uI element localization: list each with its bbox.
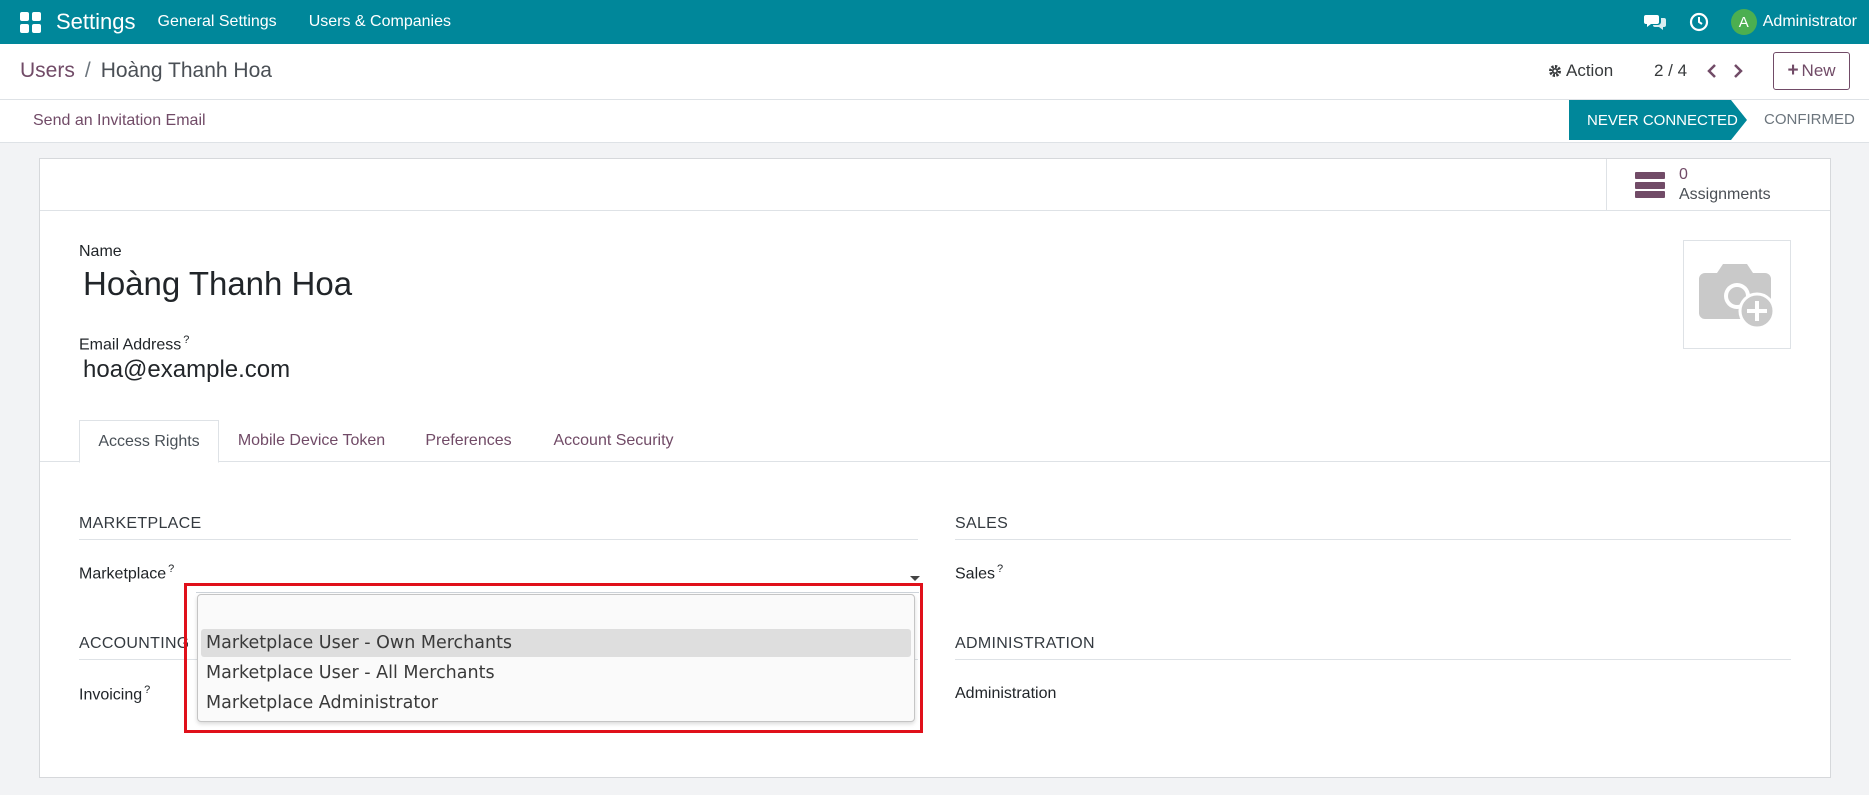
app-brand[interactable]: Settings	[56, 9, 136, 35]
help-mark[interactable]: ?	[168, 563, 174, 575]
plus-icon: +	[1787, 60, 1799, 81]
new-label: New	[1801, 61, 1836, 80]
breadcrumb-users[interactable]: Users	[20, 59, 75, 83]
section-administration: ADMINISTRATION	[955, 635, 1791, 660]
chevron-down-icon[interactable]	[910, 576, 920, 581]
user-menu[interactable]: Administrator	[1763, 13, 1857, 31]
camera-add-icon	[1699, 263, 1776, 329]
marketplace-dropdown: Marketplace User - Own Merchants Marketp…	[197, 594, 915, 722]
button-box: 0 Assignments	[40, 159, 1830, 211]
menu-users-companies[interactable]: Users & Companies	[309, 13, 451, 31]
send-invitation-button[interactable]: Send an Invitation Email	[33, 112, 206, 130]
invoicing-label: Invoicing?	[79, 684, 151, 704]
tab-account-security[interactable]: Account Security	[539, 420, 688, 462]
chevron-left-icon[interactable]	[1703, 60, 1721, 82]
email-field[interactable]: hoa@example.com	[83, 356, 290, 384]
tab-preferences[interactable]: Preferences	[411, 420, 526, 462]
action-label: Action	[1566, 61, 1614, 80]
section-marketplace: MARKETPLACE	[79, 515, 918, 540]
navbar-systray: A Administrator	[1643, 0, 1869, 44]
administration-label: Administration	[955, 685, 1057, 702]
tab-mobile-device-token[interactable]: Mobile Device Token	[227, 420, 396, 462]
name-label: Name	[79, 243, 122, 260]
breadcrumb-current: Hoàng Thanh Hoa	[100, 59, 272, 82]
menu-general-settings[interactable]: General Settings	[158, 13, 277, 31]
help-mark[interactable]: ?	[144, 684, 150, 696]
stage-confirmed[interactable]: CONFIRMED	[1764, 111, 1855, 128]
name-field[interactable]: Hoàng Thanh Hoa	[83, 265, 352, 303]
help-mark[interactable]: ?	[997, 563, 1003, 575]
chevron-right-icon[interactable]	[1729, 60, 1747, 82]
stage-never-connected[interactable]: NEVER CONNECTED	[1569, 100, 1747, 140]
gear-icon	[1549, 65, 1561, 77]
assignments-button[interactable]: 0 Assignments	[1606, 159, 1830, 211]
avatar-upload[interactable]	[1683, 240, 1791, 349]
option-marketplace-administrator[interactable]: Marketplace Administrator	[201, 689, 911, 717]
avatar[interactable]: A	[1730, 9, 1757, 35]
control-panel: Users / Hoàng Thanh Hoa Action 2 / 4 + N…	[0, 44, 1869, 100]
breadcrumb-separator: /	[84, 59, 91, 82]
pager-value[interactable]: 2 / 4	[1654, 61, 1687, 81]
sales-label: Sales?	[955, 563, 1004, 583]
server-icon	[1635, 172, 1665, 198]
marketplace-label: Marketplace?	[79, 563, 175, 583]
help-mark[interactable]: ?	[183, 334, 189, 346]
statusbar: Send an Invitation Email NEVER CONNECTED…	[0, 100, 1869, 143]
email-label: Email Address?	[79, 334, 190, 354]
assignments-label: Assignments	[1679, 186, 1771, 203]
notebook-tabs: Access Rights Mobile Device Token Prefer…	[40, 420, 1830, 463]
chat-icon[interactable]	[1643, 10, 1667, 34]
apps-grid-icon[interactable]	[20, 12, 42, 33]
breadcrumb: Users / Hoàng Thanh Hoa	[20, 59, 272, 83]
top-navbar: Settings General Settings Users & Compan…	[0, 0, 1869, 44]
option-own-merchants[interactable]: Marketplace User - Own Merchants	[201, 629, 911, 657]
option-all-merchants[interactable]: Marketplace User - All Merchants	[201, 659, 911, 687]
clock-icon[interactable]	[1687, 10, 1711, 34]
section-sales: SALES	[955, 515, 1791, 540]
action-button[interactable]: Action	[1548, 61, 1613, 81]
assignments-count: 0	[1679, 166, 1688, 183]
new-button[interactable]: + New	[1773, 52, 1850, 90]
tab-access-rights[interactable]: Access Rights	[79, 420, 219, 463]
dropdown-search[interactable]	[198, 595, 914, 625]
